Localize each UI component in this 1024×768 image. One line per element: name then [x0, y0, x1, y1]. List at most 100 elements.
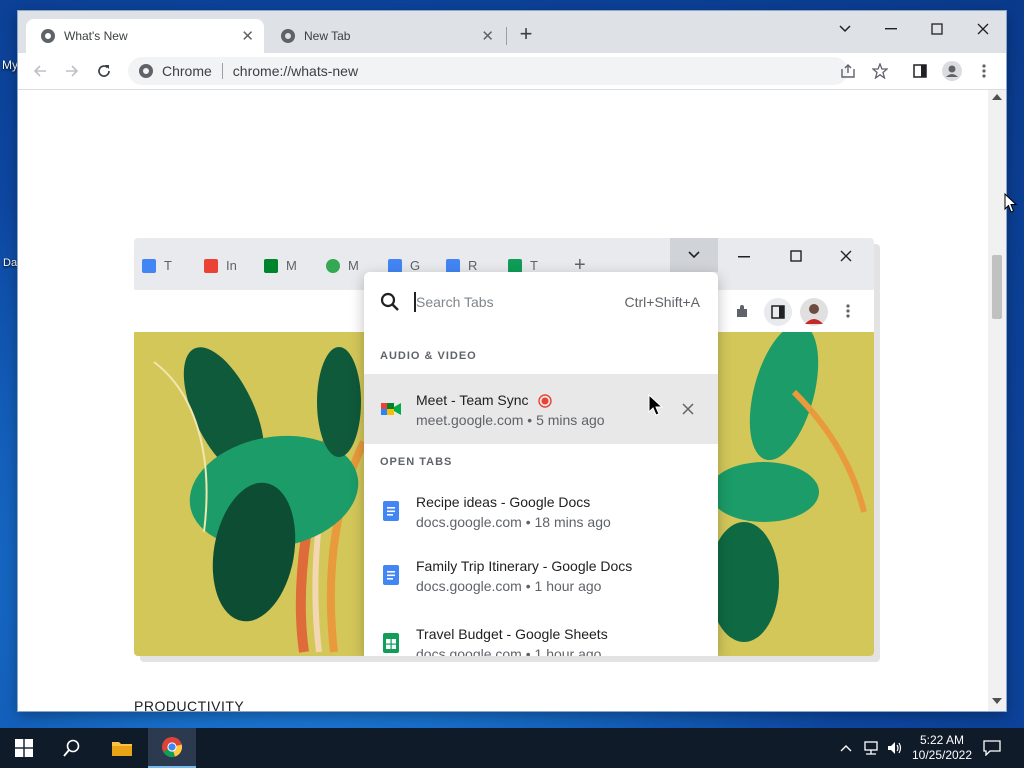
- tab-result-row[interactable]: Recipe ideas - Google Docs docs.google.c…: [364, 476, 718, 546]
- mini-tab: T: [508, 258, 538, 273]
- chrome-icon: [41, 29, 55, 43]
- calendar-icon: [388, 258, 402, 273]
- chrome-icon: [281, 29, 295, 43]
- close-tab-icon[interactable]: ✕: [241, 27, 254, 45]
- tab-result-row[interactable]: Travel Budget - Google Sheets docs.googl…: [364, 608, 718, 656]
- search-icon: [380, 292, 399, 311]
- browser-toolbar: Chrome chrome://whats-new: [18, 53, 1006, 90]
- maximize-button[interactable]: [914, 15, 960, 43]
- tab-search-bar: Search Tabs Ctrl+Shift+A: [364, 272, 718, 332]
- tab-search-button[interactable]: [822, 15, 868, 43]
- omnibox[interactable]: Chrome chrome://whats-new: [128, 57, 848, 85]
- mini-tab: In: [204, 258, 237, 273]
- gmail-icon: [204, 258, 218, 273]
- maximize-icon: [931, 23, 943, 35]
- tab-result-row[interactable]: Family Trip Itinerary - Google Docs docs…: [364, 540, 718, 610]
- folder-icon: [112, 742, 132, 756]
- search-tabs-input[interactable]: Search Tabs: [416, 294, 494, 310]
- chrome-icon: [139, 64, 153, 78]
- meet-icon: [264, 258, 278, 273]
- close-button[interactable]: [960, 15, 1006, 43]
- kebab-menu-icon: [846, 304, 850, 318]
- tab-result-subtitle: docs.google.com • 1 hour ago: [416, 578, 602, 594]
- page-content: T In M M G R T + Search Tabs Ctrl+Shift+…: [18, 90, 988, 711]
- search-icon: [63, 739, 80, 757]
- vertical-scrollbar[interactable]: [988, 90, 1006, 711]
- tab-search-popup: Search Tabs Ctrl+Shift+A AUDIO & VIDEO M…: [364, 272, 718, 656]
- extensions-icon: [737, 305, 747, 317]
- docs-icon: [383, 565, 399, 585]
- file-explorer-button[interactable]: [98, 728, 146, 768]
- start-button[interactable]: [0, 728, 48, 768]
- mini-tab: R: [446, 258, 477, 273]
- omnibox-url: chrome://whats-new: [232, 63, 359, 79]
- omnibox-divider: [221, 63, 223, 79]
- close-tab-icon[interactable]: ✕: [481, 27, 494, 45]
- system-clock[interactable]: 5:22 AM 10/25/2022: [910, 728, 974, 768]
- reload-button[interactable]: [92, 59, 116, 83]
- profile-button[interactable]: [940, 59, 964, 83]
- sheets-icon: [508, 258, 522, 273]
- scrollbar-thumb[interactable]: [992, 255, 1002, 319]
- chrome-window: What's New ✕ New Tab ✕ + Chrome chrome:/…: [18, 11, 1006, 711]
- desktop-icon-label[interactable]: My: [2, 58, 18, 72]
- volume-button[interactable]: [884, 728, 906, 768]
- share-button[interactable]: [836, 59, 860, 83]
- omnibox-chip: Chrome: [162, 63, 212, 79]
- minimize-icon: [885, 28, 897, 30]
- scroll-up-arrow-icon[interactable]: [992, 94, 1002, 100]
- mouse-pointer-icon: [1004, 193, 1018, 213]
- search-button[interactable]: [48, 728, 96, 768]
- network-button[interactable]: [860, 728, 882, 768]
- new-tab-button[interactable]: +: [516, 21, 536, 46]
- tab-search-button: [670, 238, 718, 272]
- tab-result-row[interactable]: Meet - Team Sync meet.google.com • 5 min…: [364, 374, 718, 444]
- side-panel-icon: [913, 64, 927, 78]
- tab-result-subtitle: meet.google.com • 5 mins ago: [416, 412, 605, 428]
- clock-date: 10/25/2022: [911, 748, 973, 762]
- tab-result-subtitle: docs.google.com • 18 mins ago: [416, 514, 611, 530]
- tab-result-title: Meet - Team Sync: [416, 392, 529, 408]
- action-center-button[interactable]: [978, 728, 1006, 768]
- section-heading-open-tabs: OPEN TABS: [380, 456, 453, 468]
- mini-tab: M: [326, 258, 359, 273]
- mouse-pointer-icon: [648, 394, 664, 416]
- star-icon: [872, 63, 888, 79]
- tab-whats-new[interactable]: What's New ✕: [26, 19, 264, 53]
- tab-result-title: Family Trip Itinerary - Google Docs: [416, 558, 633, 574]
- tab-result-title: Travel Budget - Google Sheets: [416, 626, 608, 642]
- close-icon: [977, 23, 989, 35]
- tab-result-subtitle: docs.google.com • 1 hour ago: [416, 646, 602, 656]
- desktop-icon-label[interactable]: Da: [3, 257, 17, 269]
- profile-avatar-icon: [800, 298, 828, 326]
- scroll-down-arrow-icon[interactable]: [992, 698, 1002, 704]
- maps-icon: [326, 258, 340, 273]
- maximize-icon: [790, 250, 802, 262]
- menu-button[interactable]: [972, 59, 996, 83]
- chevron-down-icon: [688, 251, 700, 259]
- google-translate-icon: [142, 258, 156, 273]
- docs-icon: [446, 258, 460, 273]
- share-icon: [841, 64, 855, 78]
- tab-new-tab[interactable]: New Tab ✕: [266, 19, 504, 53]
- tab-strip: What's New ✕ New Tab ✕ +: [18, 11, 1006, 53]
- taskbar: 5:22 AM 10/25/2022: [0, 728, 1024, 768]
- back-arrow-icon: [33, 65, 46, 77]
- feature-illustration: T In M M G R T + Search Tabs Ctrl+Shift+…: [134, 238, 874, 656]
- section-heading-productivity: PRODUCTIVITY: [134, 698, 245, 711]
- side-panel-button[interactable]: [908, 59, 932, 83]
- section-heading-audio-video: AUDIO & VIDEO: [380, 350, 477, 362]
- back-button[interactable]: [28, 59, 52, 83]
- minimize-icon: [738, 256, 750, 258]
- tab-title: New Tab: [304, 29, 351, 43]
- show-hidden-icons-button[interactable]: [836, 728, 856, 768]
- bookmark-button[interactable]: [868, 59, 892, 83]
- forward-button[interactable]: [60, 59, 84, 83]
- forward-arrow-icon: [66, 65, 79, 77]
- tab-result-title: Recipe ideas - Google Docs: [416, 494, 591, 510]
- profile-avatar-icon: [942, 61, 962, 81]
- minimize-button[interactable]: [868, 15, 914, 43]
- close-icon[interactable]: [682, 403, 694, 415]
- chrome-taskbar-button[interactable]: [148, 728, 196, 768]
- speaker-icon: [888, 742, 902, 754]
